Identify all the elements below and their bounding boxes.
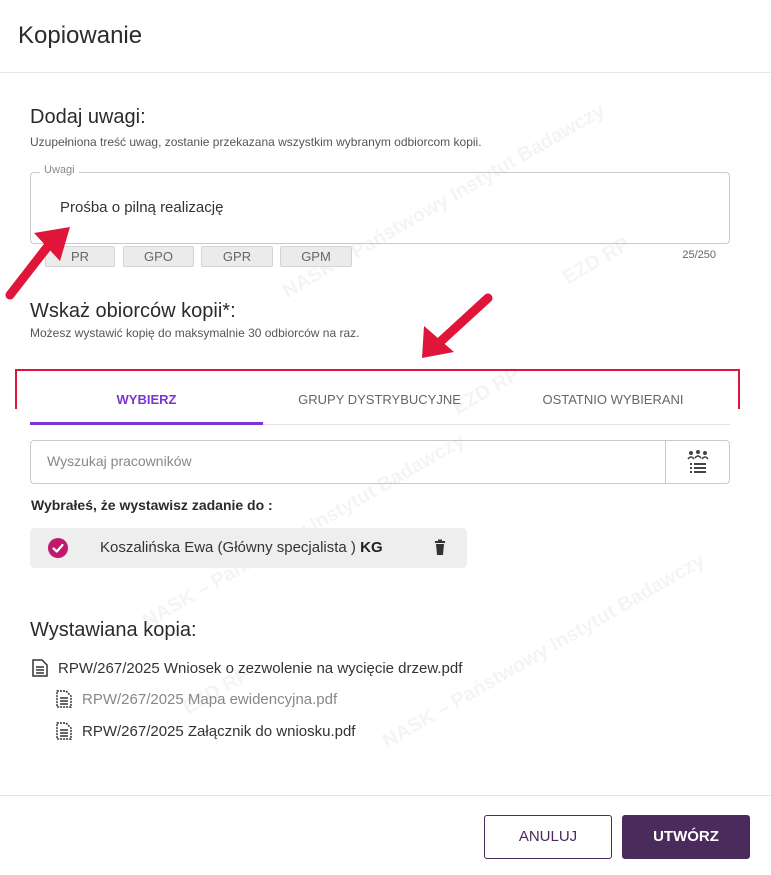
recipient-code: KG [360, 539, 383, 556]
notes-heading: Dodaj uwagi: [30, 106, 146, 128]
notes-char-counter: 25/250 [682, 249, 716, 261]
footer-divider [0, 795, 771, 796]
attachment-document-icon [56, 722, 72, 740]
recipient-name: Koszalińska Ewa (Główny specjalista ) KG [100, 539, 383, 556]
document-icon [32, 659, 48, 677]
copy-heading: Wystawiana kopia: [30, 619, 197, 641]
group-list-icon [686, 450, 709, 473]
dialog-title: Kopiowanie [18, 22, 143, 49]
recipients-heading: Wskaż obiorców kopii*: [30, 300, 236, 322]
trash-icon[interactable] [430, 538, 450, 558]
notes-field-value[interactable]: Prośba o pilną realizację [60, 199, 223, 216]
file-name: RPW/267/2025 Mapa ewidencyjna.pdf [82, 690, 338, 708]
group-list-button[interactable] [665, 441, 729, 483]
chip-gpm[interactable]: GPM [280, 246, 352, 267]
file-name: RPW/267/2025 Wniosek o zezwolenie na wyc… [58, 659, 463, 677]
watermark-text: NASK – Państwowy Instytut Badawczy [379, 550, 709, 754]
employee-search [30, 440, 730, 484]
chip-pr[interactable]: PR [45, 246, 115, 267]
selected-recipients-label: Wybrałeś, że wystawisz zadanie do : [31, 497, 273, 513]
check-circle-icon[interactable] [48, 538, 68, 558]
tab-wybierz[interactable]: WYBIERZ [30, 380, 263, 425]
notes-description: Uzupełniona treść uwag, zostanie przekaz… [30, 135, 482, 149]
attachment-document-icon [56, 690, 72, 708]
file-item[interactable]: RPW/267/2025 Wniosek o zezwolenie na wyc… [32, 659, 462, 677]
recipient-full-name: Koszalińska Ewa (Główny specjalista ) [100, 539, 356, 556]
file-name: RPW/267/2025 Załącznik do wniosku.pdf [82, 722, 356, 740]
selected-recipient-card: Koszalińska Ewa (Główny specjalista ) KG [30, 528, 467, 568]
chip-gpr[interactable]: GPR [201, 246, 273, 267]
annotation-arrow-icon [422, 293, 493, 358]
active-tab-indicator [30, 422, 263, 425]
recipients-description: Możesz wystawić kopię do maksymalnie 30 … [30, 326, 360, 340]
watermark-layer: NASK – Państwowy Instytut Badawczy NASK … [0, 0, 771, 875]
notes-field-label: Uwagi [40, 164, 79, 176]
tab-grupy-dystrybucyjne[interactable]: GRUPY DYSTRYBUCYJNE [263, 380, 496, 425]
chip-gpo[interactable]: GPO [123, 246, 194, 267]
tab-ostatnio-wybierani[interactable]: OSTATNIO WYBIERANI [496, 380, 730, 425]
dialog-header: Kopiowanie [0, 0, 771, 73]
employee-search-input[interactable] [47, 453, 647, 469]
cancel-button[interactable]: ANULUJ [484, 815, 612, 859]
recipient-tabs: WYBIERZ GRUPY DYSTRYBUCYJNE OSTATNIO WYB… [30, 380, 730, 425]
file-item[interactable]: RPW/267/2025 Mapa ewidencyjna.pdf [56, 690, 337, 708]
create-button[interactable]: UTWÓRZ [622, 815, 750, 859]
file-item[interactable]: RPW/267/2025 Załącznik do wniosku.pdf [56, 722, 355, 740]
